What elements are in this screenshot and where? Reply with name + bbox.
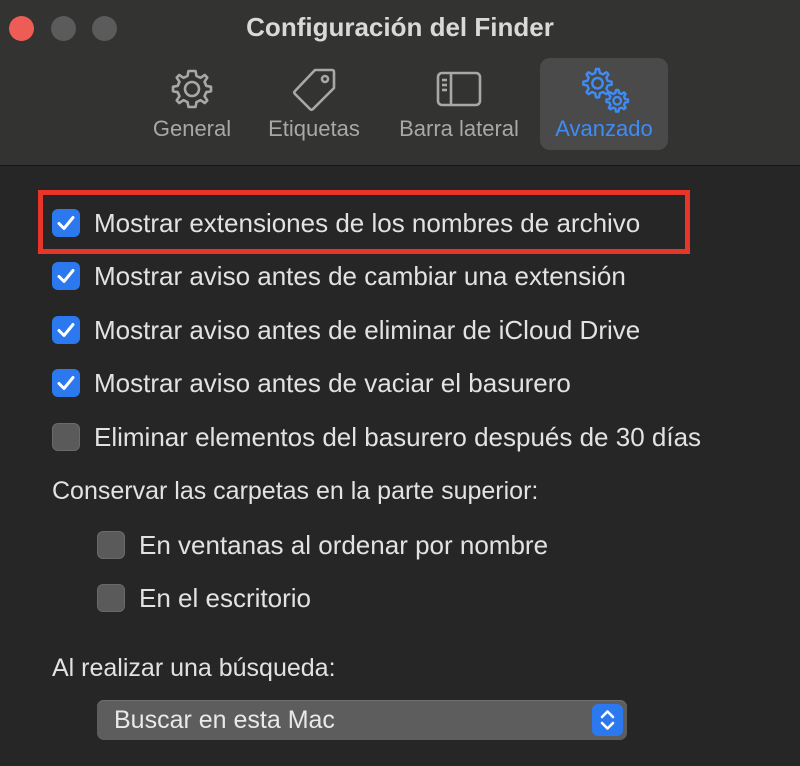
option-label: En el escritorio (139, 582, 311, 613)
tag-icon (292, 68, 336, 112)
gear-icon (171, 69, 213, 109)
tab-barra-lateral-label: Barra lateral (399, 116, 519, 141)
tab-etiquetas[interactable]: Etiquetas (256, 58, 372, 150)
option-label: Mostrar aviso antes de vaciar el basurer… (94, 367, 571, 398)
tab-avanzado[interactable]: Avanzado (540, 58, 668, 150)
tab-general[interactable]: General (140, 58, 244, 150)
gears-icon (582, 67, 630, 113)
checkbox-checked[interactable] (52, 369, 80, 397)
checkmark-icon (57, 376, 75, 390)
search-scope-value: Buscar en esta Mac (114, 706, 335, 734)
titlebar: Configuración del Finder General Etiquet… (0, 0, 800, 166)
sidebar-icon (436, 71, 482, 107)
option-warn-empty-trash[interactable]: Mostrar aviso antes de vaciar el basurer… (52, 366, 571, 400)
option-warn-change-extension[interactable]: Mostrar aviso antes de cambiar una exten… (52, 259, 626, 293)
option-warn-icloud-delete[interactable]: Mostrar aviso antes de eliminar de iClou… (52, 313, 640, 347)
popup-stepper[interactable] (592, 704, 623, 736)
tab-general-label: General (152, 116, 232, 141)
option-label: Eliminar elementos del basurero después … (94, 421, 702, 452)
tab-barra-lateral[interactable]: Barra lateral (386, 58, 532, 150)
option-label: Mostrar aviso antes de cambiar una exten… (94, 260, 626, 291)
checkbox-checked[interactable] (52, 209, 80, 237)
finder-settings-window: Configuración del Finder General Etiquet… (0, 0, 800, 766)
checkmark-icon (57, 323, 75, 337)
preferences-toolbar: General Etiquetas Barra lateral Avanzado (0, 58, 800, 150)
advanced-settings-panel: Mostrar extensiones de los nombres de ar… (0, 166, 800, 766)
search-scope-label: Al realizar una búsqueda: (52, 654, 336, 682)
tab-avanzado-label: Avanzado (555, 116, 653, 141)
checkbox-checked[interactable] (52, 262, 80, 290)
checkbox-unchecked[interactable] (97, 584, 125, 612)
checkmark-icon (57, 216, 75, 230)
option-label: Mostrar aviso antes de eliminar de iClou… (94, 314, 641, 345)
option-label: Mostrar extensiones de los nombres de ar… (94, 207, 641, 238)
chevron-up-down-icon (600, 710, 615, 730)
search-scope-popup[interactable]: Buscar en esta Mac (97, 700, 627, 740)
checkbox-checked[interactable] (52, 316, 80, 344)
option-label: En ventanas al ordenar por nombre (139, 529, 549, 560)
window-title: Configuración del Finder (246, 12, 554, 42)
folders-on-top-label: Conservar las carpetas en la parte super… (52, 477, 539, 505)
checkmark-icon (57, 269, 75, 283)
option-show-extensions[interactable]: Mostrar extensiones de los nombres de ar… (52, 206, 640, 240)
tab-etiquetas-label: Etiquetas (268, 116, 360, 141)
option-folders-top-windows[interactable]: En ventanas al ordenar por nombre (97, 528, 548, 562)
checkbox-unchecked[interactable] (97, 531, 125, 559)
checkbox-unchecked[interactable] (52, 423, 80, 451)
option-remove-trash-30-days[interactable]: Eliminar elementos del basurero después … (52, 420, 701, 454)
option-folders-top-desktop[interactable]: En el escritorio (97, 581, 311, 615)
